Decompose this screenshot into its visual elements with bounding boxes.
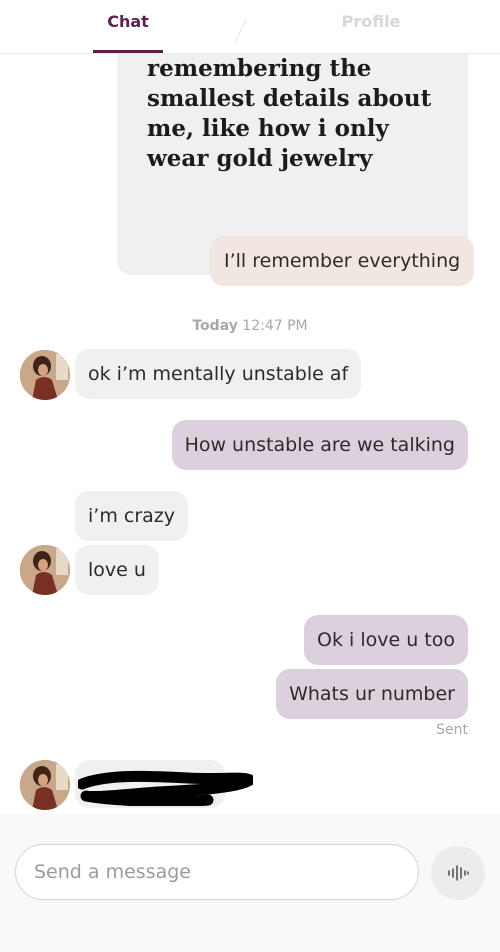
message-bubble-incoming: i’m crazy [75, 491, 188, 541]
voice-message-button[interactable] [431, 846, 485, 900]
avatar[interactable] [20, 545, 70, 595]
timestamp-time: 12:47 PM [242, 318, 308, 334]
avatar-photo [20, 545, 70, 595]
story-reply-bubble: I’ll remember everything [210, 236, 475, 286]
tab-profile[interactable]: Profile [336, 12, 406, 31]
story-text: remembering the smallest details about m… [147, 55, 432, 172]
avatar[interactable] [20, 760, 70, 810]
message-bubble-incoming: ok i’m mentally unstable af [75, 349, 362, 399]
redaction-scribble [78, 770, 253, 806]
message-input[interactable] [15, 844, 419, 900]
tab-divider [233, 19, 248, 43]
timestamp-day: Today [192, 318, 238, 334]
message-bubble-outgoing: Whats ur number [276, 669, 468, 719]
message-bubble-outgoing: How unstable are we talking [171, 420, 468, 470]
avatar-photo [20, 760, 70, 810]
message-bubble-outgoing: Ok i love u too [304, 615, 468, 665]
chat-timestamp: Today 12:47 PM [0, 318, 500, 334]
voice-waveform-icon [448, 865, 469, 881]
message-bubble-incoming: love u [75, 545, 159, 595]
active-tab-indicator [93, 50, 163, 53]
avatar-photo [20, 350, 70, 400]
avatar[interactable] [20, 350, 70, 400]
tab-chat[interactable]: Chat [93, 12, 163, 31]
chat-header: Chat Profile [0, 0, 500, 54]
message-composer [0, 814, 500, 952]
sent-status: Sent [436, 722, 468, 738]
